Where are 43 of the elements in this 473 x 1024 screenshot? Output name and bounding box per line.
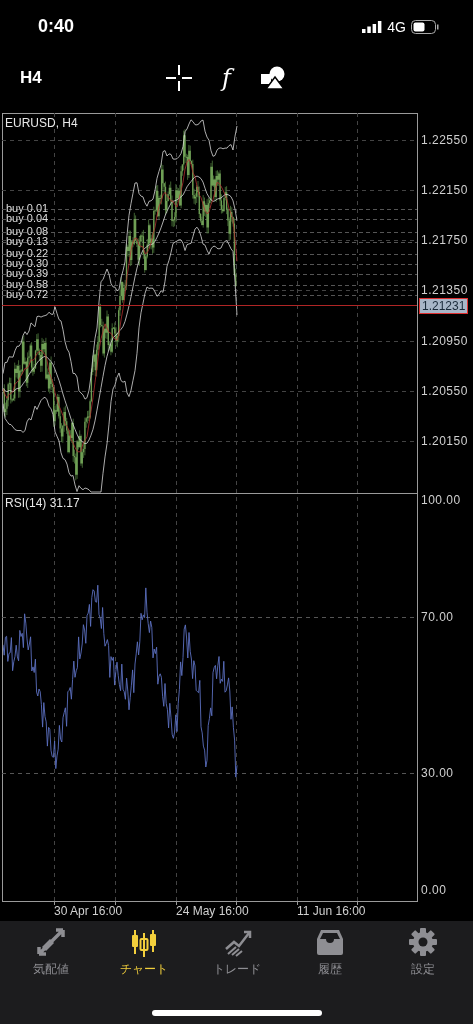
inbox-tray-icon — [314, 927, 345, 957]
order-label: buy 0.08 — [6, 226, 49, 237]
order-label: buy 0.58 — [6, 279, 49, 290]
price-axis-label: 1.22150 — [421, 183, 468, 197]
price-axis-label: 1.21750 — [421, 233, 468, 247]
price-axis-label: 1.20950 — [421, 334, 468, 348]
objects-button[interactable] — [260, 66, 287, 90]
crosshair-button[interactable] — [166, 65, 192, 91]
time-axis-label: 30 Apr 16:00 — [54, 904, 123, 918]
signal-icon — [362, 20, 383, 33]
crosshair-icon — [166, 65, 192, 91]
order-label: buy 0.30 — [6, 258, 49, 269]
price-axis-label: 1.20150 — [421, 434, 468, 448]
indicator-title: RSI(14) 31.17 — [5, 496, 80, 510]
order-label: buy 0.04 — [6, 213, 49, 224]
time-axis-label: 24 May 16:00 — [176, 904, 249, 918]
shapes-icon — [260, 66, 287, 90]
tab[interactable]: トレード — [196, 927, 277, 978]
chart-title: EURUSD, H4 — [5, 116, 78, 130]
tab[interactable]: チャート — [103, 927, 184, 978]
network-label: 4G — [387, 18, 406, 35]
time-axis-label: 11 Jun 16:00 — [297, 904, 366, 918]
price-axis-label: 1.20550 — [421, 384, 468, 398]
tab[interactable]: 気配値 — [10, 927, 91, 978]
arrows-icon — [35, 927, 66, 957]
price-axis-label: 1.21350 — [421, 283, 468, 297]
indicator-axis-label: 30.00 — [421, 766, 454, 780]
order-label: buy 0.13 — [6, 236, 49, 247]
order-label: buy 0.01 — [6, 203, 49, 214]
status-time: 0:40 — [38, 16, 75, 37]
tab[interactable]: 履歴 — [289, 927, 370, 978]
order-label: buy 0.22 — [6, 248, 49, 259]
order-label: buy 0.72 — [6, 289, 49, 300]
indicator-axis-label: 70.00 — [421, 610, 454, 624]
price-axis-label: 1.22550 — [421, 133, 468, 147]
indicator-axis-label: 100.00 — [421, 493, 461, 507]
settings-icon — [407, 927, 438, 957]
order-label: buy 0.39 — [6, 268, 49, 279]
tab[interactable]: 設定 — [382, 927, 463, 978]
timeframe-button[interactable]: H4 — [20, 68, 42, 88]
indicator-axis-label: 0.00 — [421, 883, 447, 897]
current-price-label: 1.21231 — [419, 297, 469, 314]
battery-icon — [411, 19, 439, 34]
